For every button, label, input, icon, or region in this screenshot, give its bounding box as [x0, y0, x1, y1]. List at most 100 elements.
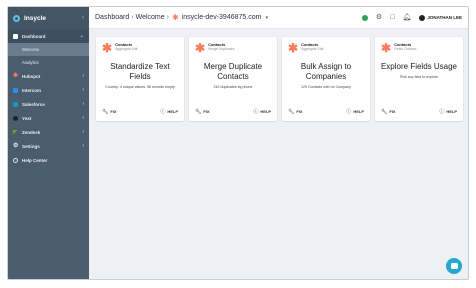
hubspot-icon: ✱	[13, 72, 19, 79]
top-bar: Dashboard › Welcome › ✱ insycle-dev-3946…	[89, 7, 468, 29]
chevron-down-icon: ⌄	[79, 33, 84, 39]
chevron-right-icon: ›	[82, 73, 84, 79]
card-merge-duplicate-contacts: ✱ Contacts Merge Duplicates Merge Duplic…	[189, 37, 277, 121]
sidebar-item-hubspot[interactable]: ✱ Hubspot ›	[8, 69, 89, 83]
breadcrumb: Dashboard › Welcome › ✱ insycle-dev-3946…	[95, 12, 268, 22]
chevron-right-icon: ›	[82, 115, 84, 121]
card-description: Pick any field to explore	[400, 75, 438, 79]
help-button[interactable]: ⓘ HELP	[253, 108, 271, 115]
sidebar-item-help-center[interactable]: Help Center	[8, 153, 89, 167]
card-header: ✱ Contacts Aggregate Edit	[282, 37, 370, 54]
chevron-right-icon: ›	[82, 101, 84, 107]
salesforce-icon	[13, 101, 18, 107]
help-button[interactable]: ⓘ HELP	[439, 108, 457, 115]
hubspot-icon: ✱	[171, 12, 179, 22]
help-label: HELP	[353, 109, 364, 114]
sidebar-item-salesforce[interactable]: Salesforce ›	[8, 97, 89, 111]
sidebar-item-label: Intercom	[22, 87, 42, 93]
card-subtitle: Aggregate Edit	[301, 47, 324, 51]
card-subtitle: Fields Cleanse	[394, 47, 417, 51]
sidebar-item-label: Help Center	[22, 157, 48, 163]
sidebar: Insycle ‹ Dashboard ⌄ Welcome Analytics …	[8, 7, 89, 279]
zendesk-icon	[13, 129, 18, 135]
card-title: Merge Duplicate Contacts	[203, 62, 263, 81]
wrench-icon: 🔧︎	[102, 108, 109, 115]
card-subtitle: Aggregate Edit	[115, 47, 138, 51]
breadcrumb-separator-icon: ›	[166, 14, 169, 21]
chevron-right-icon: ›	[82, 87, 84, 93]
help-label: HELP	[260, 109, 271, 114]
breadcrumb-welcome[interactable]: Welcome	[136, 14, 165, 21]
card-description: 242 duplicates by phone	[213, 85, 253, 89]
status-icon[interactable]	[361, 14, 368, 21]
fix-label: FIX	[110, 109, 117, 114]
wrench-icon: 🔧︎	[195, 108, 202, 115]
sidebar-item-label: Hubspot	[22, 73, 41, 79]
gear-icon: ⚙	[13, 142, 19, 149]
fix-button[interactable]: 🔧︎ FIX	[102, 109, 117, 115]
help-icon	[13, 157, 18, 163]
sidebar-item-zendesk[interactable]: Zendesk ›	[8, 125, 89, 139]
card-explore-fields-usage: ✱ Contacts Fields Cleanse Explore Fields…	[375, 37, 463, 121]
card-footer: 🔧︎ FIX ⓘ HELP	[288, 108, 364, 116]
hubspot-icon: ✱	[381, 41, 392, 55]
brand-title: Insycle	[24, 14, 47, 22]
yext-icon	[13, 115, 18, 121]
card-footer: 🔧︎ FIX ⓘ HELP	[381, 108, 457, 116]
help-label: HELP	[446, 109, 457, 114]
card-subtitle: Merge Duplicates	[208, 47, 235, 51]
help-icon: ⓘ	[160, 109, 166, 115]
dashboard-icon	[13, 33, 18, 39]
help-button[interactable]: ⓘ HELP	[160, 108, 178, 115]
brand-header[interactable]: Insycle ‹	[8, 7, 89, 29]
card-header: ✱ Contacts Aggregate Edit	[96, 37, 184, 54]
hubspot-icon: ✱	[288, 41, 299, 55]
breadcrumb-separator-icon: ›	[131, 14, 134, 21]
sidebar-item-intercom[interactable]: Intercom ›	[8, 83, 89, 97]
chevron-right-icon: ›	[82, 143, 84, 149]
help-label: HELP	[167, 109, 178, 114]
user-menu[interactable]: JONATHAN LEE	[419, 14, 462, 21]
chevron-down-icon[interactable]: ▾	[265, 15, 268, 21]
sidebar-item-label: Salesforce	[22, 101, 45, 107]
card-footer: 🔧︎ FIX ⓘ HELP	[195, 108, 271, 116]
breadcrumb-dashboard[interactable]: Dashboard	[95, 14, 129, 21]
hubspot-icon: ✱	[102, 41, 113, 55]
fix-label: FIX	[296, 109, 303, 114]
top-right-controls: ⚙ □ 🔔︎ JONATHAN LEE	[361, 14, 462, 21]
chevron-right-icon: ›	[82, 129, 84, 135]
help-icon: ⓘ	[346, 109, 352, 115]
account-selector[interactable]: insycle-dev-3946875.com	[182, 14, 262, 21]
bell-icon[interactable]: 🔔︎	[402, 14, 411, 21]
help-button[interactable]: ⓘ HELP	[346, 108, 364, 115]
sidebar-subitem-welcome[interactable]: Welcome	[8, 43, 89, 56]
intercom-icon	[13, 87, 18, 93]
user-name: JONATHAN LEE	[427, 15, 462, 20]
wrench-icon: 🔧︎	[381, 108, 388, 115]
help-icon: ⓘ	[253, 109, 259, 115]
card-header: ✱ Contacts Fields Cleanse	[375, 37, 463, 54]
fix-button[interactable]: 🔧︎ FIX	[381, 109, 396, 115]
fix-label: FIX	[203, 109, 210, 114]
collapse-sidebar-icon[interactable]: ‹	[82, 15, 84, 21]
sidebar-item-label: Settings	[22, 143, 40, 149]
card-bulk-assign-to-companies: ✱ Contacts Aggregate Edit Bulk Assign to…	[282, 37, 370, 121]
sidebar-item-label: Dashboard	[22, 33, 46, 39]
help-icon: ⓘ	[439, 109, 445, 115]
sidebar-subitem-analytics[interactable]: Analytics	[8, 56, 89, 69]
hubspot-icon: ✱	[195, 41, 206, 55]
sidebar-item-dashboard[interactable]: Dashboard ⌄	[8, 29, 89, 43]
sidebar-item-label: Zendesk	[22, 129, 41, 135]
sidebar-item-yext[interactable]: Yext ›	[8, 111, 89, 125]
fix-button[interactable]: 🔧︎ FIX	[195, 109, 210, 115]
card-title: Explore Fields Usage	[380, 62, 458, 71]
window-icon[interactable]: □	[390, 14, 394, 21]
chat-button[interactable]	[446, 258, 462, 274]
app-window: Insycle ‹ Dashboard ⌄ Welcome Analytics …	[7, 6, 469, 280]
card-description: Country: 4 unique values, 58 records emp…	[105, 85, 175, 89]
card-footer: 🔧︎ FIX ⓘ HELP	[102, 108, 178, 116]
sidebar-item-settings[interactable]: ⚙ Settings ›	[8, 139, 89, 153]
fix-button[interactable]: 🔧︎ FIX	[288, 109, 303, 115]
card-description: 129 Contacts with no Company	[301, 85, 351, 89]
settings-icon[interactable]: ⚙	[376, 14, 382, 21]
